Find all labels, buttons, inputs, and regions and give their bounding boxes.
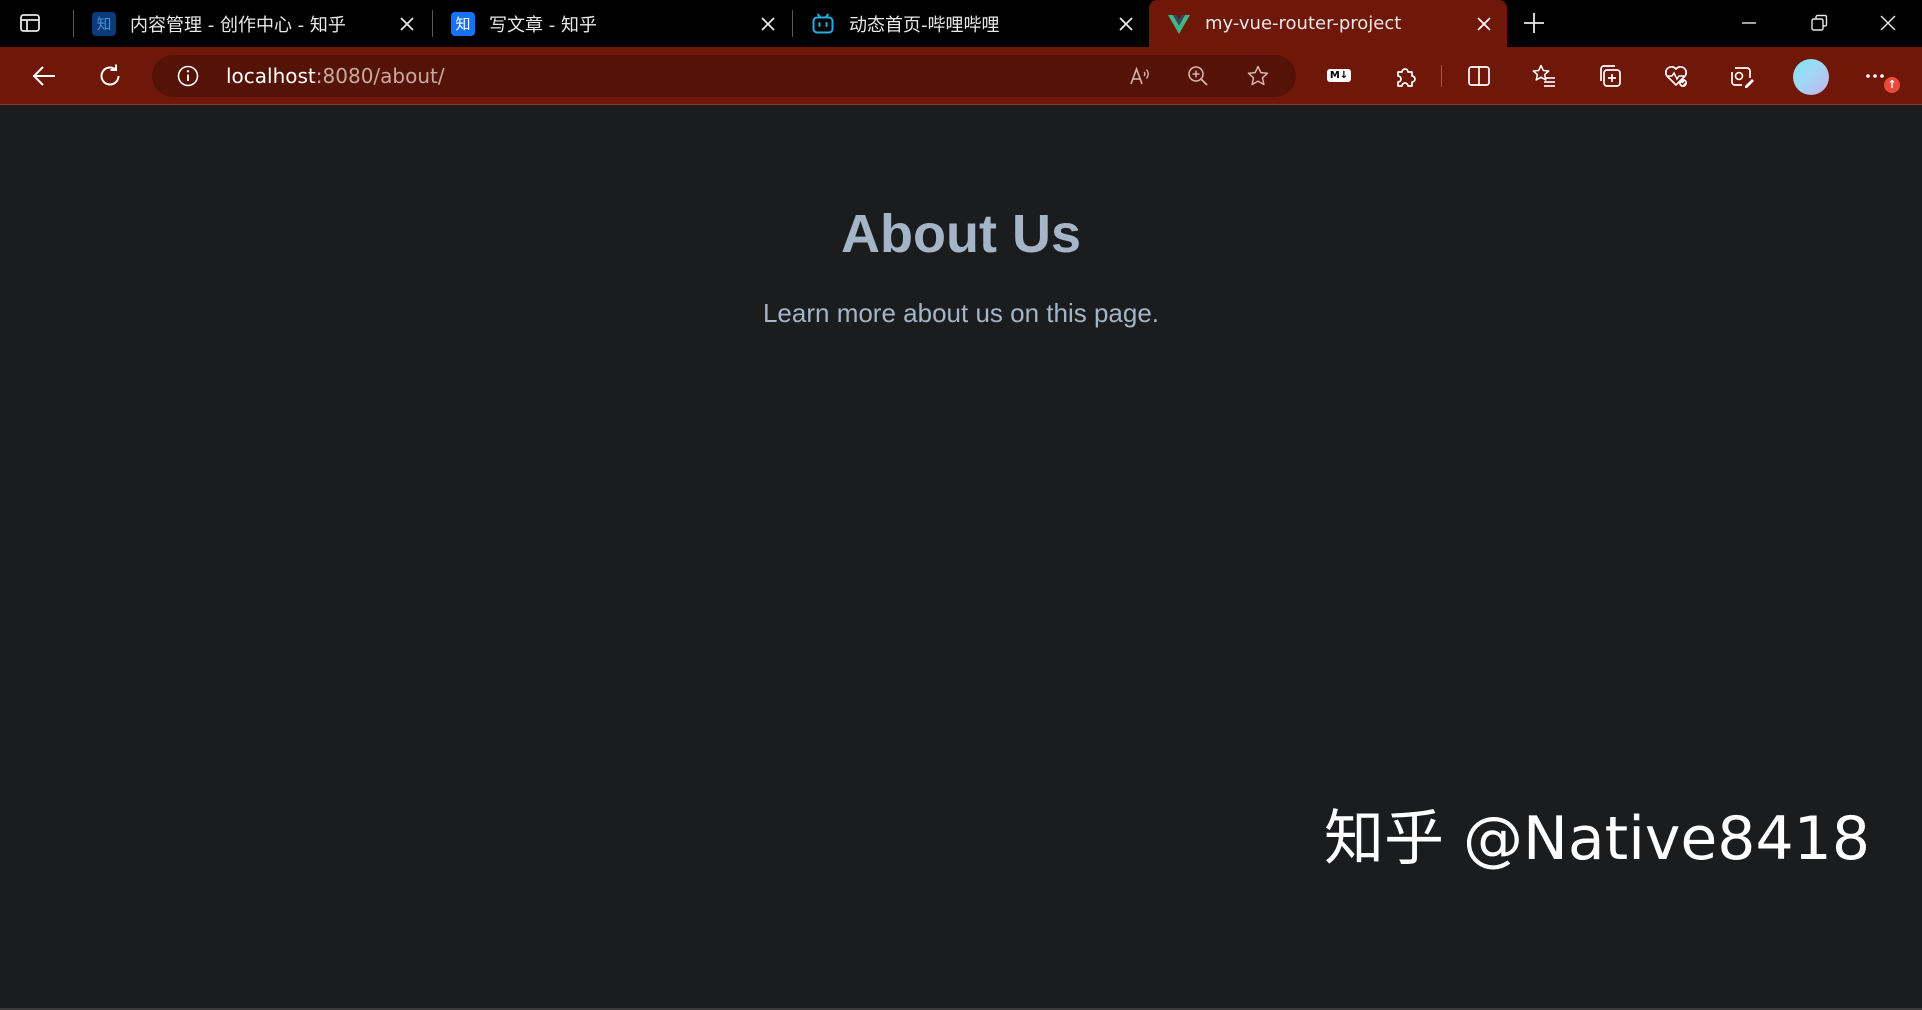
favorites-icon[interactable] [1530, 62, 1558, 90]
zoom-icon[interactable] [1186, 64, 1210, 88]
toolbar-separator [1441, 65, 1442, 87]
profile-avatar[interactable] [1793, 59, 1829, 95]
page-description: Learn more about us on this page. [762, 298, 1160, 328]
address-bar[interactable]: localhost:8080/about/ [152, 55, 1296, 97]
tab-zhihu-content-manage[interactable]: 知 内容管理 - 创作中心 - 知乎 [74, 0, 430, 47]
url-text[interactable]: localhost:8080/about/ [226, 55, 445, 97]
browser-toolbar: localhost:8080/about/ M↓ ↑ [0, 47, 1922, 105]
zhihu-watermark: 知乎 @Native8418 [1323, 804, 1870, 874]
tab-zhihu-write-article[interactable]: 知 写文章 - 知乎 [433, 0, 791, 47]
split-screen-icon[interactable] [1465, 62, 1493, 90]
favorite-star-icon[interactable] [1246, 64, 1270, 88]
markdown-extension-icon[interactable]: M↓ [1325, 64, 1353, 86]
close-window-icon[interactable] [1877, 12, 1899, 34]
read-aloud-icon[interactable] [1128, 64, 1152, 88]
update-badge: ↑ [1884, 77, 1900, 93]
zhihu-icon: 知 [451, 11, 475, 36]
zhihu-icon: 知 [92, 11, 116, 36]
vue-icon [1168, 14, 1190, 34]
url-host: localhost [226, 64, 316, 88]
browser-essentials-icon[interactable] [1662, 62, 1690, 90]
close-tab-icon[interactable] [1475, 15, 1493, 33]
new-tab-icon[interactable] [1522, 11, 1546, 35]
collections-icon[interactable] [1596, 62, 1624, 90]
tab-title: 写文章 - 知乎 [489, 14, 597, 36]
back-arrow-icon[interactable] [30, 62, 58, 90]
browser-window: 知 内容管理 - 创作中心 - 知乎 知 写文章 - 知乎 动态首页-哔哩哔哩 … [0, 0, 1922, 1010]
tab-actions-icon[interactable] [18, 11, 42, 35]
close-tab-icon[interactable] [1117, 15, 1135, 33]
tab-strip: 知 内容管理 - 创作中心 - 知乎 知 写文章 - 知乎 动态首页-哔哩哔哩 … [0, 0, 1922, 47]
url-path: :8080/about/ [315, 64, 445, 88]
tab-my-vue-router-project[interactable]: my-vue-router-project [1149, 0, 1507, 47]
tab-title: 动态首页-哔哩哔哩 [849, 14, 1000, 36]
tab-bilibili[interactable]: 动态首页-哔哩哔哩 [793, 0, 1149, 47]
copilot-edit-icon[interactable] [1727, 62, 1755, 90]
restore-icon[interactable] [1808, 12, 1830, 34]
refresh-icon[interactable] [96, 62, 124, 90]
tab-title: 内容管理 - 创作中心 - 知乎 [130, 14, 346, 36]
minimize-icon[interactable] [1738, 12, 1760, 34]
extensions-icon[interactable] [1392, 62, 1420, 90]
tab-title: my-vue-router-project [1205, 13, 1402, 34]
close-tab-icon[interactable] [759, 15, 777, 33]
page-title: About Us [841, 204, 1081, 264]
bilibili-icon [812, 13, 834, 33]
close-tab-icon[interactable] [398, 15, 416, 33]
site-info-icon[interactable] [176, 64, 200, 88]
